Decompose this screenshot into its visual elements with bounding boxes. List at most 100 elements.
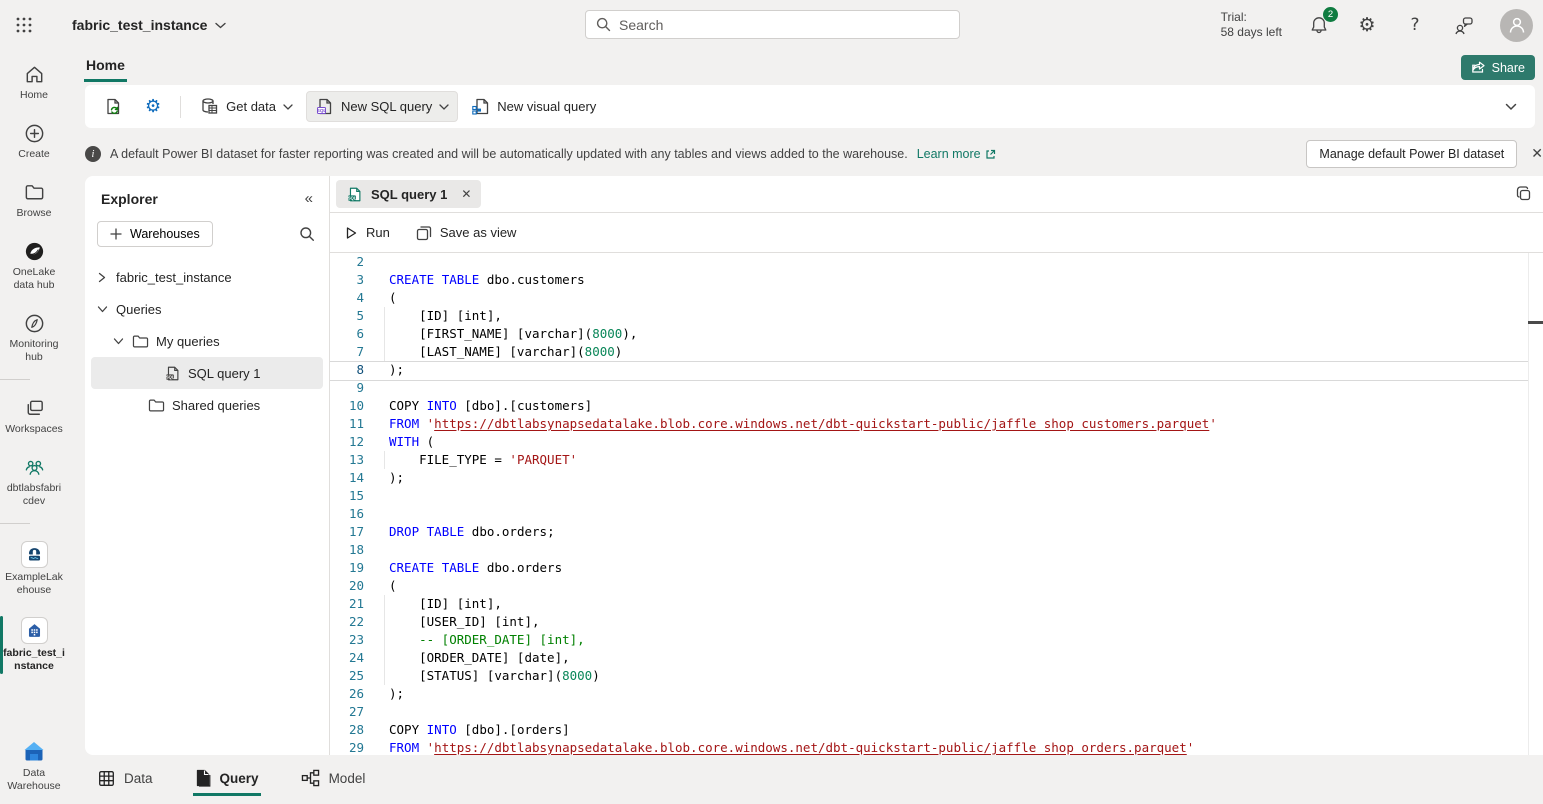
line-content: (	[380, 289, 397, 307]
tree-item-label: My queries	[156, 334, 220, 349]
main-content: Explorer « Warehouses fabric_test_instan…	[85, 176, 1543, 755]
code-line-15[interactable]: 15	[330, 487, 1543, 505]
rail-item-home[interactable]: Home	[0, 58, 68, 107]
rail-item-monitoringhub[interactable]: Monitoring hub	[0, 307, 68, 369]
code-line-29[interactable]: 29FROM 'https://dbtlabsynapsedatalake.bl…	[330, 739, 1543, 755]
view-switcher-bar: Data Query Model	[0, 755, 1543, 804]
add-warehouses-button[interactable]: Warehouses	[97, 221, 213, 247]
workspace-switcher[interactable]: fabric_test_instance	[72, 17, 226, 33]
code-line-8[interactable]: 8);	[330, 361, 1543, 379]
code-line-17[interactable]: 17DROP TABLE dbo.orders;	[330, 523, 1543, 541]
code-line-21[interactable]: 21 [ID] [int],	[330, 595, 1543, 613]
scroll-position-mark	[1528, 321, 1543, 324]
new-sql-query-button[interactable]: SQL New SQL query	[306, 91, 458, 122]
collapse-panel-icon[interactable]: «	[305, 190, 313, 207]
rail-item-workspaces[interactable]: Workspaces	[0, 392, 68, 441]
line-content	[380, 487, 389, 505]
toolbar-divider	[180, 96, 181, 118]
get-data-button[interactable]: Get data	[191, 91, 302, 122]
code-line-10[interactable]: 10COPY INTO [dbo].[customers]	[330, 397, 1543, 415]
code-line-2[interactable]: 2	[330, 253, 1543, 271]
new-visual-query-button[interactable]: New visual query	[462, 91, 605, 122]
refresh-dataset-button[interactable]	[95, 91, 132, 122]
view-tab-data[interactable]: Data	[96, 764, 155, 796]
code-line-12[interactable]: 12WITH (	[330, 433, 1543, 451]
line-number: 14	[330, 469, 380, 487]
user-avatar[interactable]	[1500, 9, 1533, 42]
line-number: 15	[330, 487, 380, 505]
search-input[interactable]: Search	[585, 10, 960, 39]
chevron-down-icon[interactable]	[95, 305, 109, 313]
run-button[interactable]: Run	[344, 225, 390, 240]
learn-more-link[interactable]: Learn more	[917, 147, 996, 161]
code-line-23[interactable]: 23 -- [ORDER_DATE] [int],	[330, 631, 1543, 649]
tree-item-label: Queries	[116, 302, 162, 317]
tree-item-queries[interactable]: Queries	[91, 293, 323, 325]
tab-home[interactable]: Home	[84, 54, 127, 82]
code-line-4[interactable]: 4(	[330, 289, 1543, 307]
code-line-19[interactable]: 19CREATE TABLE dbo.orders	[330, 559, 1543, 577]
code-line-28[interactable]: 28COPY INTO [dbo].[orders]	[330, 721, 1543, 739]
rail-item-onelakedata-hub[interactable]: OneLake data hub	[0, 235, 68, 297]
top-bar: fabric_test_instance Search Trial: 58 da…	[0, 0, 1543, 50]
explorer-search-icon[interactable]	[299, 226, 315, 242]
help-icon[interactable]: ?	[1404, 14, 1426, 36]
banner-close-icon[interactable]: ✕	[1531, 146, 1543, 162]
rail-item-browse[interactable]: Browse	[0, 176, 68, 225]
code-line-5[interactable]: 5 [ID] [int],	[330, 307, 1543, 325]
code-line-16[interactable]: 16	[330, 505, 1543, 523]
line-number: 24	[330, 649, 380, 667]
query-doc-icon	[195, 769, 211, 787]
close-tab-icon[interactable]: ✕	[461, 187, 471, 201]
query-toolbar: Run Save as view	[330, 213, 1543, 253]
chevron-right-icon[interactable]	[95, 272, 109, 283]
editor-overview-ruler[interactable]	[1528, 253, 1543, 755]
rail-item-fabric-test-instance[interactable]: fabric_test_i nstance	[0, 612, 68, 678]
code-line-24[interactable]: 24 [ORDER_DATE] [date],	[330, 649, 1543, 667]
line-content: CREATE TABLE dbo.customers	[380, 271, 585, 289]
code-line-13[interactable]: 13 FILE_TYPE = 'PARQUET'	[330, 451, 1543, 469]
collapse-ribbon-chevron-icon[interactable]	[1505, 103, 1517, 111]
code-line-14[interactable]: 14);	[330, 469, 1543, 487]
line-number: 17	[330, 523, 380, 541]
code-line-20[interactable]: 20(	[330, 577, 1543, 595]
code-line-18[interactable]: 18	[330, 541, 1543, 559]
copy-icon[interactable]	[1515, 185, 1533, 203]
rail-item-dbtlabsfabricdev[interactable]: dbtlabsfabri cdev	[0, 451, 68, 513]
app-launcher-icon[interactable]	[0, 0, 48, 50]
plus-icon	[110, 228, 122, 240]
code-line-27[interactable]: 27	[330, 703, 1543, 721]
code-line-7[interactable]: 7 [LAST_NAME] [varchar](8000)	[330, 343, 1543, 361]
share-button[interactable]: Share	[1461, 55, 1535, 80]
line-number: 11	[330, 415, 380, 433]
sql-code-editor[interactable]: 23CREATE TABLE dbo.customers4(5 [ID] [in…	[330, 253, 1543, 755]
settings-gear-icon[interactable]: ⚙	[1356, 14, 1378, 36]
query-tab[interactable]: SQL SQL query 1 ✕	[336, 180, 481, 208]
tree-item-my-queries[interactable]: My queries	[91, 325, 323, 357]
code-line-22[interactable]: 22 [USER_ID] [int],	[330, 613, 1543, 631]
code-line-3[interactable]: 3CREATE TABLE dbo.customers	[330, 271, 1543, 289]
manage-default-dataset-button[interactable]: Manage default Power BI dataset	[1306, 140, 1517, 168]
view-tab-query[interactable]: Query	[193, 763, 261, 796]
code-line-26[interactable]: 26);	[330, 685, 1543, 703]
code-line-25[interactable]: 25 [STATUS] [varchar](8000)	[330, 667, 1543, 685]
rail-item-create[interactable]: Create	[0, 117, 68, 166]
tree-item-shared-queries[interactable]: Shared queries	[91, 389, 323, 421]
chevron-down-icon[interactable]	[111, 337, 125, 345]
save-as-view-button[interactable]: Save as view	[416, 225, 517, 241]
line-number: 9	[330, 379, 380, 397]
notifications-bell-icon[interactable]: 2	[1308, 14, 1330, 36]
code-line-6[interactable]: 6 [FIRST_NAME] [varchar](8000),	[330, 325, 1543, 343]
rail-item-label: OneLake data hub	[13, 266, 56, 292]
feedback-icon[interactable]	[1452, 14, 1474, 36]
code-line-11[interactable]: 11FROM 'https://dbtlabsynapsedatalake.bl…	[330, 415, 1543, 433]
banner-message: A default Power BI dataset for faster re…	[110, 147, 908, 161]
tree-item-fabric-test-instance[interactable]: fabric_test_instance	[91, 261, 323, 293]
rail-item-examplelakehouse[interactable]: ExampleLak ehouse	[0, 536, 68, 602]
settings-button[interactable]: ⚙	[136, 90, 170, 123]
code-line-9[interactable]: 9	[330, 379, 1543, 397]
view-tab-model[interactable]: Model	[299, 763, 368, 796]
notification-badge: 2	[1323, 7, 1338, 22]
tree-item-sql-query-1[interactable]: SQLSQL query 1	[91, 357, 323, 389]
trial-status[interactable]: Trial: 58 days left	[1221, 10, 1282, 40]
